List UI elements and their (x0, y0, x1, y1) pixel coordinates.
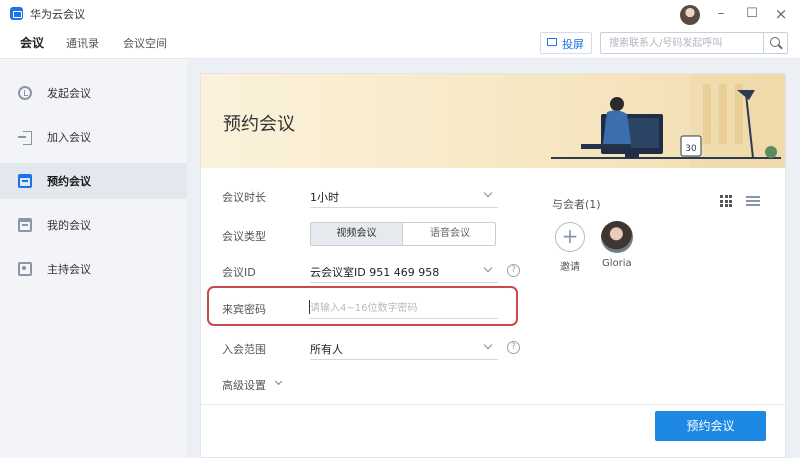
maximize-icon[interactable]: ☐ (744, 6, 760, 22)
advanced-settings-toggle[interactable]: 高级设置 (222, 377, 266, 393)
cast-button[interactable]: 投屏 (540, 32, 592, 54)
calendar-icon (18, 174, 32, 188)
guest-password-label: 来宾密码 (222, 303, 266, 316)
footer-divider (201, 404, 785, 405)
screen-cast-icon (547, 38, 557, 46)
app-logo-icon (10, 7, 23, 20)
top-nav: 会议 通讯录 会议空间 投屏 (0, 28, 800, 58)
cast-label: 投屏 (562, 38, 584, 51)
sidebar-item-join-meeting[interactable]: 加入会议 (0, 119, 187, 155)
duration-underline (310, 207, 498, 208)
password-underline (310, 318, 498, 319)
minimize-icon[interactable]: – (713, 6, 729, 22)
sidebar-item-label: 加入会议 (47, 131, 91, 144)
schedule-meeting-button[interactable]: 预约会议 (655, 411, 766, 441)
user-avatar[interactable] (680, 5, 700, 25)
sidebar: 发起会议 加入会议 预约会议 我的会议 主持会议 (0, 58, 187, 458)
tab-meeting-space[interactable]: 会议空间 (123, 35, 167, 51)
enter-icon (18, 130, 32, 145)
sidebar-item-label: 发起会议 (47, 87, 91, 100)
search-input[interactable] (601, 33, 759, 53)
schedule-card: 预约会议 30 (200, 73, 786, 458)
sidebar-item-schedule-meeting[interactable]: 预约会议 (0, 163, 187, 199)
sidebar-item-my-meetings[interactable]: 我的会议 (0, 207, 187, 243)
help-icon[interactable]: ? (507, 264, 520, 277)
invite-label[interactable]: 邀请 (560, 258, 580, 273)
clock-icon (18, 86, 32, 100)
participant-name: Gloria (602, 258, 632, 269)
join-scope-label: 入会范围 (222, 343, 266, 356)
join-scope-select[interactable]: 所有人 (310, 341, 343, 357)
duration-label: 会议时长 (222, 191, 266, 204)
calendar-icon (18, 218, 32, 232)
meeting-id-select[interactable]: 云会议室ID 951 469 958 (310, 264, 439, 280)
sidebar-item-label: 我的会议 (47, 219, 91, 232)
meeting-id-label: 会议ID (222, 266, 256, 279)
audio-meeting-option[interactable]: 语音会议 (404, 223, 496, 245)
office-illustration: 30 (551, 74, 785, 168)
grid-view-icon[interactable] (720, 195, 732, 207)
meeting-type-toggle: 视频会议 语音会议 (310, 222, 496, 246)
list-view-icon[interactable] (746, 195, 760, 207)
meeting-type-label: 会议类型 (222, 230, 266, 243)
participant-avatar[interactable] (601, 221, 633, 253)
sidebar-item-label: 预约会议 (47, 175, 91, 188)
join-scope-underline (310, 359, 498, 360)
tab-meeting[interactable]: 会议 (20, 34, 44, 51)
sidebar-item-start-meeting[interactable]: 发起会议 (0, 75, 187, 111)
search-box (600, 32, 788, 54)
participants-title: 与会者(1) (552, 198, 601, 211)
host-icon (18, 262, 32, 276)
window-title: 华为云会议 (30, 8, 85, 21)
page-title: 预约会议 (223, 114, 295, 135)
meeting-id-underline (310, 282, 498, 283)
sidebar-item-label: 主持会议 (47, 263, 91, 276)
title-bar: 华为云会议 – ☐ × (0, 0, 800, 28)
close-icon[interactable]: × (773, 6, 789, 22)
add-participant-icon[interactable]: + (555, 222, 585, 252)
banner: 预约会议 30 (201, 74, 785, 168)
duration-select[interactable]: 1小时 (310, 189, 339, 205)
help-icon[interactable]: ? (507, 341, 520, 354)
sidebar-item-host-meeting[interactable]: 主持会议 (0, 251, 187, 287)
search-icon[interactable] (763, 33, 787, 53)
tab-contacts[interactable]: 通讯录 (66, 35, 99, 51)
video-meeting-option[interactable]: 视频会议 (311, 223, 403, 245)
calendar-day-label: 30 (685, 144, 697, 154)
text-cursor (309, 300, 310, 314)
guest-password-input[interactable] (310, 300, 498, 316)
